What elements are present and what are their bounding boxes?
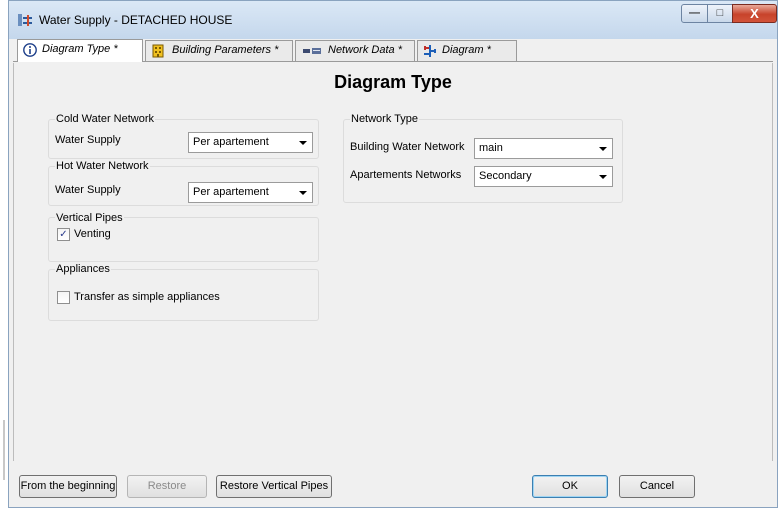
cancel-button[interactable]: Cancel [619, 475, 695, 498]
tab-building-parameters[interactable]: Building Parameters * [145, 40, 293, 61]
cold-water-supply-select[interactable]: Per apartement [188, 132, 313, 153]
tab-label: Diagram Type * [42, 43, 118, 55]
window-title: Water Supply - DETACHED HOUSE [39, 13, 233, 27]
network-icon [303, 48, 321, 54]
network-type-group: Network Type Building Water Network main… [343, 113, 623, 203]
apartments-networks-select[interactable]: Secondary [474, 166, 613, 187]
dialog-footer: From the beginning Restore Restore Verti… [9, 461, 777, 507]
hot-water-group: Hot Water Network Water Supply Per apart… [48, 160, 319, 206]
selected-value: Per apartement [193, 136, 269, 148]
tab-diagram[interactable]: Diagram * [417, 40, 517, 61]
restore-button[interactable]: Restore [127, 475, 207, 498]
cold-water-legend: Cold Water Network [55, 113, 156, 125]
tab-label: Diagram * [442, 44, 491, 56]
hot-water-supply-select[interactable]: Per apartement [188, 182, 313, 203]
cold-water-supply-label: Water Supply [55, 134, 121, 146]
chevron-down-icon [599, 147, 607, 151]
from-beginning-button[interactable]: From the beginning [19, 475, 117, 498]
transfer-simple-appliances-checkbox[interactable] [57, 291, 70, 304]
tab-network-data[interactable]: Network Data * [295, 40, 415, 61]
background-strip [0, 0, 8, 508]
selected-value: Secondary [479, 170, 532, 182]
close-button[interactable]: X [732, 4, 777, 23]
diagram-icon [424, 45, 436, 57]
hot-water-legend: Hot Water Network [55, 160, 150, 172]
building-water-network-select[interactable]: main [474, 138, 613, 159]
ok-button[interactable]: OK [532, 475, 608, 498]
maximize-button[interactable]: □ [707, 4, 733, 23]
title-bar[interactable]: Water Supply - DETACHED HOUSE — □ X [9, 1, 777, 39]
venting-checkbox[interactable]: ✓ [57, 228, 70, 241]
tab-label: Building Parameters * [172, 44, 279, 56]
water-supply-window: Water Supply - DETACHED HOUSE — □ X Diag… [8, 0, 778, 508]
apartments-networks-label: Apartements Networks [350, 169, 462, 181]
building-water-network-label: Building Water Network [350, 141, 465, 153]
selected-value: Per apartement [193, 186, 269, 198]
app-icon [18, 14, 32, 26]
hot-water-supply-label: Water Supply [55, 184, 121, 196]
vertical-pipes-legend: Vertical Pipes [55, 212, 124, 224]
tab-content-diagram-type: Diagram Type Cold Water Network Water Su… [13, 63, 773, 462]
page-title: Diagram Type [334, 72, 452, 92]
appliances-legend: Appliances [55, 263, 111, 275]
tab-strip: Diagram Type * Building Parameters * Net… [13, 39, 773, 62]
selected-value: main [479, 142, 503, 154]
chevron-down-icon [299, 191, 307, 195]
chevron-down-icon [299, 141, 307, 145]
minimize-button[interactable]: — [681, 4, 708, 23]
restore-vertical-pipes-button[interactable]: Restore Vertical Pipes [216, 475, 332, 498]
info-icon [23, 43, 37, 57]
cold-water-group: Cold Water Network Water Supply Per apar… [48, 113, 319, 159]
building-icon [152, 44, 164, 58]
network-type-legend: Network Type [350, 113, 420, 125]
chevron-down-icon [599, 175, 607, 179]
vertical-pipes-group: Vertical Pipes ✓ Venting [48, 212, 319, 262]
transfer-simple-appliances-label: Transfer as simple appliances [74, 291, 220, 303]
venting-label: Venting [74, 228, 111, 240]
appliances-group: Appliances Transfer as simple appliances [48, 263, 319, 321]
splitter-mark[interactable] [3, 420, 5, 480]
tab-label: Network Data * [328, 44, 402, 56]
tab-diagram-type[interactable]: Diagram Type * [17, 39, 143, 62]
